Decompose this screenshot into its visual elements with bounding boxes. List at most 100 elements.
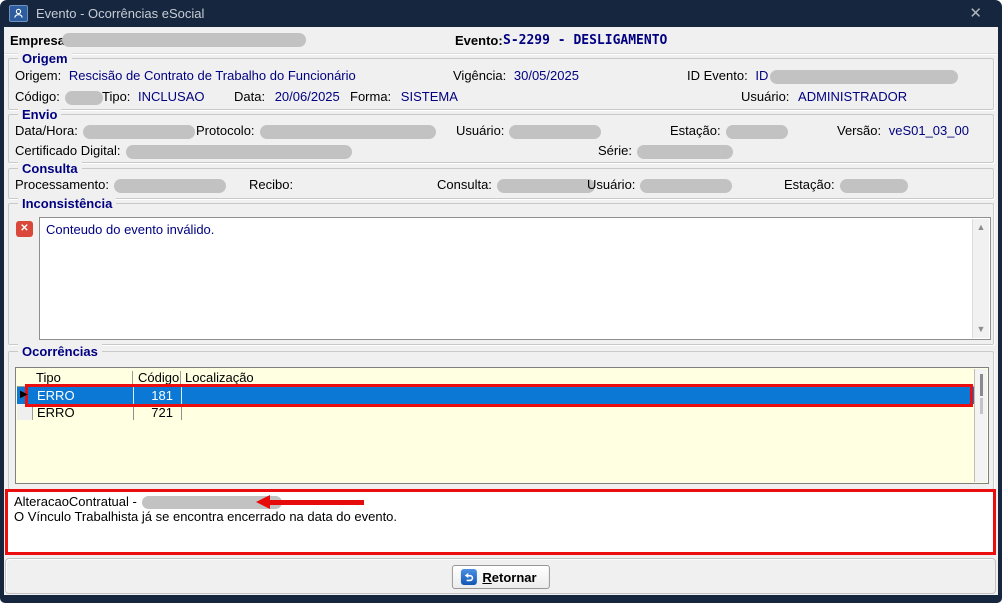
tipo-label: Tipo:	[102, 89, 130, 104]
column-separator	[180, 371, 181, 385]
recibo-field: Recibo:	[249, 177, 293, 192]
envio-group: Envio Data/Hora: Protocolo: Usuário: Est…	[8, 114, 994, 163]
retornar-label: Retornar	[482, 570, 536, 585]
processamento-redacted-value	[114, 179, 226, 193]
consulta-estacao-redacted-value	[840, 179, 908, 193]
versao-label: Versão:	[837, 123, 881, 138]
versao-field: Versão: veS01_03_00	[837, 123, 969, 138]
dialog-window: Evento - Ocorrências eSocial ✕ Empresa: …	[0, 0, 1002, 603]
column-header-tipo[interactable]: Tipo	[36, 370, 61, 385]
consulta-group-title: Consulta	[18, 161, 82, 176]
envio-usuario-redacted-value	[509, 125, 601, 139]
vigencia-label: Vigência:	[453, 68, 506, 83]
detalhe-line1: AlteracaoContratual -	[14, 494, 282, 509]
protocolo-redacted-value	[260, 125, 436, 139]
certificado-label: Certificado Digital:	[15, 143, 121, 158]
forma-label: Forma:	[350, 89, 391, 104]
envio-estacao-redacted-value	[726, 125, 788, 139]
scroll-up-icon[interactable]: ▲	[973, 220, 989, 235]
origem-group-title: Origem	[18, 51, 72, 66]
consulta-estacao-label: Estação:	[784, 177, 835, 192]
row-codigo: 721	[131, 405, 177, 420]
protocolo-field: Protocolo:	[196, 123, 436, 139]
data-value: 20/06/2025	[275, 89, 340, 104]
consulta-field: Consulta:	[437, 177, 595, 193]
inconsistencia-list[interactable]: Conteudo do evento inválido. ▲ ▼	[39, 217, 991, 340]
certificado-redacted-value	[126, 145, 352, 159]
serie-redacted-value	[637, 145, 733, 159]
id-evento-value: ID	[755, 68, 768, 83]
serie-field: Série:	[598, 143, 733, 159]
column-header-localizacao[interactable]: Localização	[185, 370, 254, 385]
column-header-codigo[interactable]: Código	[138, 370, 179, 385]
data-label: Data:	[234, 89, 265, 104]
error-x-icon: ✕	[16, 221, 33, 237]
envio-usuario-label: Usuário:	[456, 123, 504, 138]
id-evento-redacted-value	[770, 70, 958, 84]
origem-usuario-value: ADMINISTRADOR	[798, 89, 907, 104]
origem-group: Origem Origem: Rescisão de Contrato de T…	[8, 58, 994, 110]
header-divider	[4, 53, 998, 55]
forma-value: SISTEMA	[401, 89, 458, 104]
retornar-button[interactable]: Retornar	[451, 565, 549, 589]
vigencia-field: Vigência: 30/05/2025	[453, 68, 579, 83]
title-bar: Evento - Ocorrências eSocial ✕	[0, 0, 1002, 27]
detalhe-line2: O Vínculo Trabalhista já se encontra enc…	[14, 509, 397, 524]
inconsistencia-scrollbar[interactable]: ▲ ▼	[972, 219, 989, 338]
return-arrow-icon	[460, 569, 476, 585]
data-field: Data: 20/06/2025	[234, 89, 340, 104]
forma-field: Forma: SISTEMA	[350, 89, 458, 104]
serie-label: Série:	[598, 143, 632, 158]
annotation-arrow-icon	[256, 495, 366, 509]
data-hora-label: Data/Hora:	[15, 123, 78, 138]
consulta-usuario-field: Usuário:	[587, 177, 732, 193]
origem-value: Rescisão de Contrato de Trabalho do Func…	[69, 68, 356, 83]
codigo-label: Código:	[15, 89, 60, 104]
id-evento-label: ID Evento:	[687, 68, 748, 83]
detalhe-box: AlteracaoContratual - O Vínculo Trabalhi…	[5, 489, 996, 555]
origem-usuario-label: Usuário:	[741, 89, 789, 104]
person-icon	[12, 7, 25, 20]
vigencia-value: 30/05/2025	[514, 68, 579, 83]
footer-panel: Retornar	[5, 558, 996, 594]
inconsistencia-group: Inconsistência ✕ Conteudo do evento invá…	[8, 203, 994, 345]
ocorrencias-group: Ocorrências Tipo Código Localização ERRO…	[8, 351, 994, 490]
scroll-down-icon[interactable]: ▼	[973, 322, 989, 337]
processamento-field: Processamento:	[15, 177, 226, 193]
ocorrencias-scrollbar[interactable]	[974, 369, 987, 482]
id-evento-field: ID Evento: ID	[687, 68, 958, 84]
data-hora-field: Data/Hora:	[15, 123, 195, 139]
envio-estacao-field: Estação:	[670, 123, 788, 139]
dialog-body: Empresa: Evento: S-2299 - DESLIGAMENTO O…	[4, 27, 998, 595]
consulta-label: Consulta:	[437, 177, 492, 192]
consulta-usuario-redacted-value	[640, 179, 732, 193]
origem-field: Origem: Rescisão de Contrato de Trabalho…	[15, 68, 356, 83]
consulta-estacao-field: Estação:	[784, 177, 908, 193]
recibo-label: Recibo:	[249, 177, 293, 192]
consulta-usuario-label: Usuário:	[587, 177, 635, 192]
window-title: Evento - Ocorrências eSocial	[36, 6, 204, 21]
inconsistencia-message: Conteudo do evento inválido.	[46, 222, 214, 237]
tipo-field: Tipo: INCLUSAO	[102, 89, 205, 104]
row-marker-icon: ▶	[20, 389, 28, 400]
ocorrencias-table[interactable]: Tipo Código Localização ERRO 181 ▶	[15, 367, 989, 484]
data-hora-redacted-value	[83, 125, 195, 139]
empresa-label: Empresa:	[10, 33, 69, 48]
certificado-field: Certificado Digital:	[15, 143, 352, 159]
origem-label: Origem:	[15, 68, 61, 83]
envio-group-title: Envio	[18, 107, 61, 122]
protocolo-label: Protocolo:	[196, 123, 255, 138]
scrollbar-thumb[interactable]	[980, 374, 983, 396]
versao-value: veS01_03_00	[889, 123, 969, 138]
annotation-red-outline	[25, 384, 973, 407]
close-icon[interactable]: ✕	[963, 2, 988, 24]
app-icon	[9, 5, 28, 22]
evento-label: Evento:	[455, 33, 503, 48]
evento-value: S-2299 - DESLIGAMENTO	[503, 33, 667, 48]
processamento-label: Processamento:	[15, 177, 109, 192]
column-separator	[132, 371, 133, 385]
consulta-redacted-value	[497, 179, 595, 193]
envio-usuario-field: Usuário:	[456, 123, 601, 139]
envio-estacao-label: Estação:	[670, 123, 721, 138]
scrollbar-thumb	[980, 398, 983, 414]
